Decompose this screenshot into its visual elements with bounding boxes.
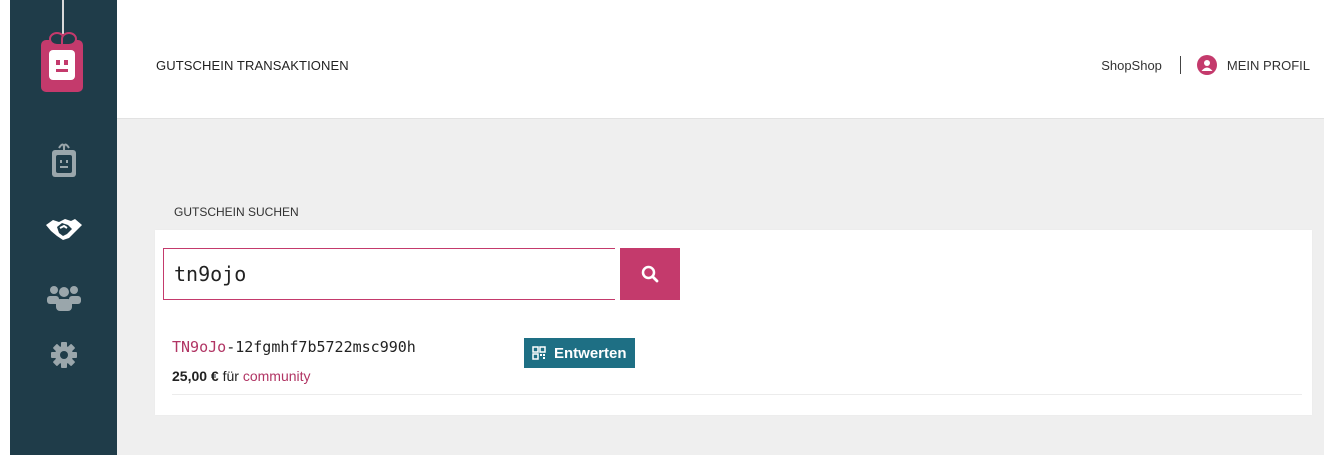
search-result-item: TN9oJo-12fgmhf7b5722msc990h Entwerten 25… [172,338,1302,395]
logo[interactable] [10,0,117,116]
left-border [0,0,10,455]
sidebar-item-transactions[interactable] [10,205,117,255]
sidebar-item-gift[interactable] [10,135,117,185]
user-avatar-icon [1196,55,1217,75]
gift-box-icon [51,143,76,177]
for-text: für [222,368,239,384]
gear-icon [50,342,77,368]
divider [1179,56,1181,74]
topbar-right: ShopShop MEIN PROFIL [1101,53,1310,77]
top-bar: GUTSCHEIN TRANSAKTIONEN ShopShop MEIN PR… [117,0,1324,119]
search-section-label: GUTSCHEIN SUCHEN [174,205,299,219]
voucher-code-rest: -12fgmhf7b5722msc990h [226,338,416,356]
voucher-amount: 25,00 € [172,368,219,384]
qr-code-icon [532,346,546,360]
sidebar-item-settings[interactable] [10,330,117,380]
shop-name-link[interactable]: ShopShop [1101,58,1162,73]
voucher-code: TN9oJo-12fgmhf7b5722msc990h [172,338,416,356]
users-icon [46,286,81,311]
search-icon [641,265,659,283]
voucher-target-link[interactable]: community [243,368,311,384]
search-card: TN9oJo-12fgmhf7b5722msc990h Entwerten 25… [155,230,1312,415]
search-button[interactable] [620,248,680,300]
redeem-button[interactable]: Entwerten [524,338,635,368]
handshake-icon [45,219,82,240]
voucher-amount-line: 25,00 € für community [172,368,311,384]
page-title: GUTSCHEIN TRANSAKTIONEN [156,58,349,73]
sidebar-item-users[interactable] [10,273,117,323]
gift-robot-logo-icon [41,32,83,92]
voucher-code-prefix: TN9oJo [172,338,227,356]
profile-link[interactable]: MEIN PROFIL [1196,55,1310,75]
redeem-label: Entwerten [554,344,627,362]
voucher-search-input[interactable] [163,248,615,300]
profile-label: MEIN PROFIL [1226,57,1310,73]
sidebar [10,0,117,455]
